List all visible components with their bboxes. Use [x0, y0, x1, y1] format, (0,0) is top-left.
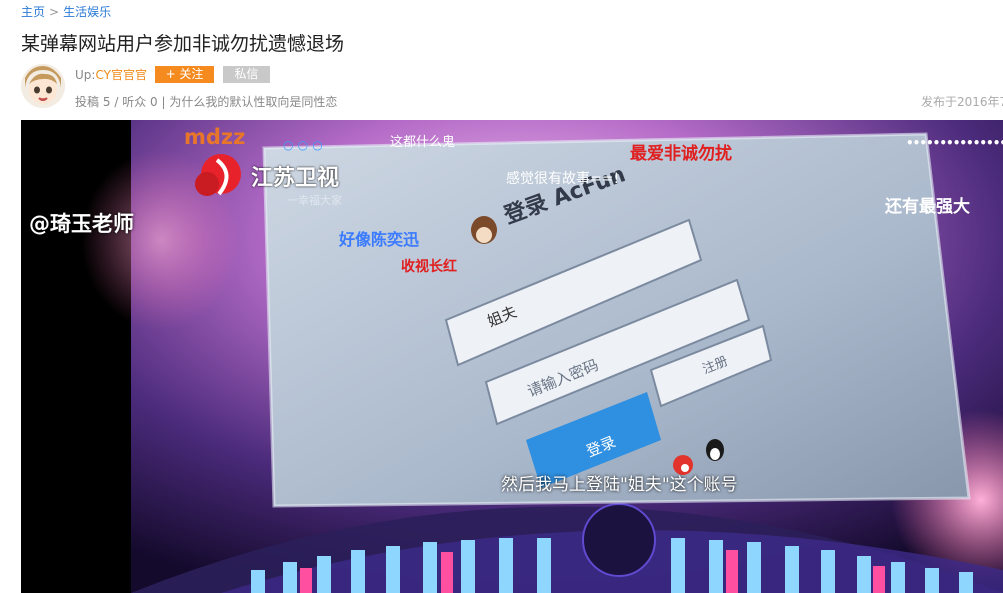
danmaku-comment: 最爱非诚勿扰 [630, 144, 732, 164]
tv-slogan: 一幸福大家 [287, 194, 342, 207]
danmaku-comment: mdzz [184, 125, 246, 149]
private-message-button[interactable]: 私信 [223, 66, 270, 83]
danmaku-comment: ○ ○ ○ [283, 138, 323, 152]
page-title: 某弹幕网站用户参加非诚勿扰遗憾退场 [21, 33, 345, 55]
danmaku-comment: 还有最强大 [885, 197, 970, 217]
avatar[interactable] [21, 64, 65, 108]
uploader-row: Up:CY官官官 [75, 66, 147, 83]
danmaku-comment: 好像陈奕迅 [339, 230, 420, 249]
breadcrumb-separator: > [49, 5, 60, 19]
uploader-label: Up: [75, 68, 96, 82]
breadcrumb-home-link[interactable]: 主页 [21, 5, 45, 19]
uploader-name-link[interactable]: CY官官官 [95, 68, 147, 82]
qq-icon [706, 439, 724, 461]
breadcrumb-category-link[interactable]: 生活娱乐 [63, 5, 111, 19]
publish-date: 发布于2016年7 [921, 95, 1003, 109]
follow-button[interactable]: + 关注 [155, 66, 214, 83]
danmaku-comment: 收视长红 [401, 259, 457, 275]
acfun-logo-icon [471, 216, 497, 244]
danmaku-comment: •••••••••••••••••• [906, 136, 1003, 150]
avatar-image [21, 64, 65, 108]
listeners-count: 0 [150, 95, 158, 109]
uploader-signature: 为什么我的默认性取向是同性恋 [169, 95, 338, 109]
breadcrumb: 主页 > 生活娱乐 [21, 3, 111, 20]
posts-count: 5 [102, 95, 111, 109]
stats-separator: / [114, 95, 119, 109]
posts-label: 投稿 [75, 95, 100, 109]
video-frame [21, 120, 1003, 593]
danmaku-comment: @琦玉老师 [29, 212, 134, 236]
danmaku-comment: 这都什么鬼 [390, 135, 456, 150]
video-subtitle: 然后我马上登陆"姐夫"这个账号 [501, 475, 738, 495]
stage-center-ring [582, 503, 656, 577]
uploader-stats: 投稿 5 / 听众 0 | 为什么我的默认性取向是同性恋 [75, 93, 337, 110]
video-player[interactable]: 江苏卫视 一幸福大家 登录 AcFun 姐夫 请输入密码 登录 注册 mdzz … [21, 120, 1003, 593]
listeners-label: 听众 [122, 95, 147, 109]
tv-logo-text: 江苏卫视 [251, 166, 340, 191]
stats-separator: | [161, 95, 166, 109]
danmaku-comment: 感觉很有故事==! [506, 171, 620, 187]
